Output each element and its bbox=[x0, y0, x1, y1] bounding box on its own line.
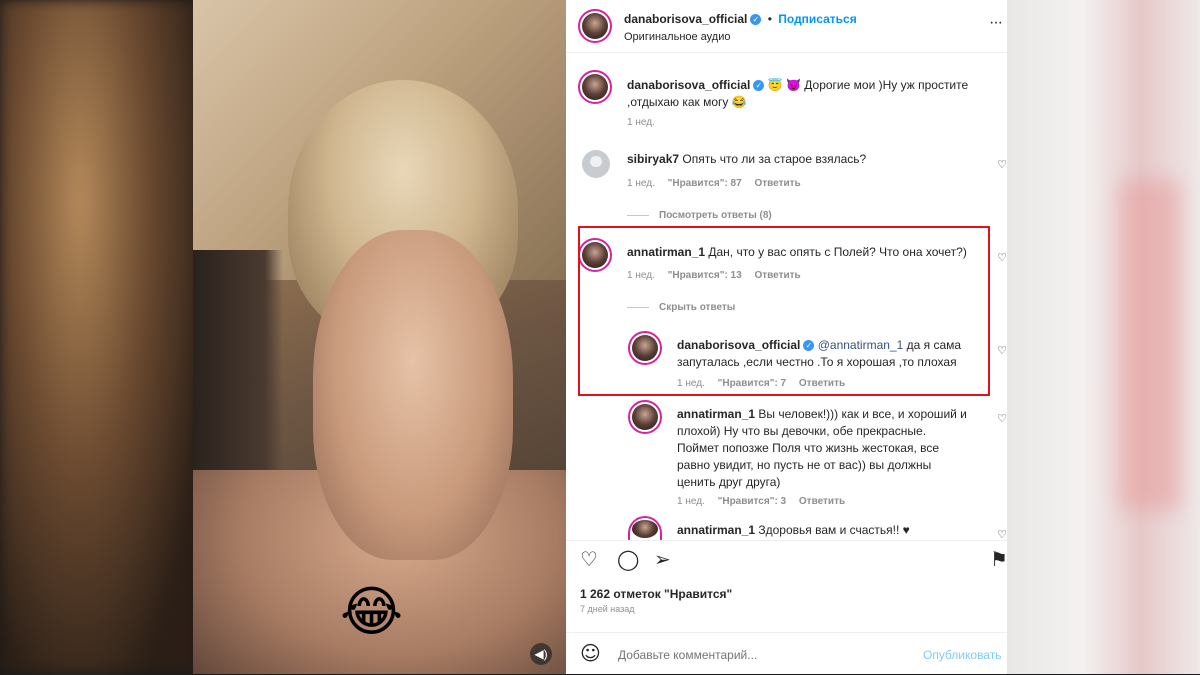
reply-username[interactable]: annatirman_1 bbox=[677, 523, 755, 537]
likes-count[interactable]: 1 262 отметок "Нравится" bbox=[580, 587, 732, 601]
caption-text-line1: 😇 😈 Дорогие мои )Ну уж простите bbox=[767, 78, 969, 92]
reply-text: Здоровья вам и счастья!! ♥ bbox=[758, 523, 910, 537]
reply-avatar[interactable] bbox=[628, 400, 662, 434]
posted-ago: 7 дней назад bbox=[580, 604, 635, 614]
publish-button[interactable]: Опубликовать bbox=[923, 648, 1007, 662]
author-avatar[interactable] bbox=[578, 9, 612, 43]
view-replies-button[interactable]: Посмотреть ответы (8) bbox=[627, 210, 782, 221]
reply-meta: 1 нед. "Нравится": 3 Ответить bbox=[677, 496, 855, 507]
comment-composer: ☺ Опубликовать bbox=[566, 632, 1007, 675]
comment-username[interactable]: sibiryak7 bbox=[627, 152, 679, 166]
like-heart-icon[interactable]: ♡ bbox=[997, 344, 1007, 357]
like-heart-icon[interactable]: ♡ bbox=[997, 158, 1007, 171]
caption-time: 1 нед. bbox=[627, 117, 655, 128]
laughing-sticker: 😂 bbox=[340, 580, 404, 643]
reply-text-line: ценить друг друга) bbox=[677, 475, 781, 489]
action-bar: ♡ ◯ ➢ ⚑ bbox=[566, 540, 1008, 577]
reel-video[interactable] bbox=[193, 0, 566, 674]
share-paper-plane-icon[interactable]: ➢ bbox=[654, 549, 671, 569]
highlight-frame bbox=[578, 226, 990, 396]
comment-text: Опять что ли за старое взялась? bbox=[682, 152, 867, 166]
verified-icon: ✓ bbox=[753, 80, 765, 91]
reply-text-line: Вы человек!))) как и все, и хороший и bbox=[758, 407, 967, 421]
like-heart-icon[interactable]: ♡ bbox=[997, 412, 1007, 425]
more-dots-icon[interactable]: ··· bbox=[989, 14, 1003, 32]
caption-avatar[interactable] bbox=[578, 70, 612, 104]
emoji-picker-icon[interactable]: ☺ bbox=[580, 642, 601, 664]
comment-time: 1 нед. bbox=[627, 178, 655, 189]
like-heart-icon[interactable]: ♡ bbox=[997, 251, 1007, 264]
author-username[interactable]: danaborisova_official bbox=[624, 12, 747, 26]
blurred-background-left bbox=[0, 0, 200, 674]
volume-icon[interactable]: ◀) bbox=[530, 643, 552, 665]
comment-likes[interactable]: "Нравится": 87 bbox=[668, 178, 742, 189]
reply-button[interactable]: Ответить bbox=[754, 178, 800, 189]
audio-label[interactable]: Оригинальное аудио bbox=[624, 31, 731, 43]
follow-button[interactable]: Подписаться bbox=[778, 12, 856, 26]
reply-username[interactable]: annatirman_1 bbox=[677, 407, 755, 421]
reply-likes[interactable]: "Нравится": 3 bbox=[718, 496, 787, 507]
post-header: danaborisova_official ✓ • Подписаться Ори… bbox=[566, 0, 1007, 53]
comment-bubble-icon[interactable]: ◯ bbox=[617, 549, 639, 569]
reply-avatar[interactable] bbox=[628, 516, 662, 540]
caption-username[interactable]: danaborisova_official bbox=[627, 78, 750, 92]
reply-button[interactable]: Ответить bbox=[799, 496, 845, 507]
caption-text-line2: ,отдыхаю как могу 😂 bbox=[627, 95, 747, 109]
reply-text-line: равно увидит, но пусть не от вас)) вы до… bbox=[677, 458, 932, 472]
reply-text-line: плохой) Ну что вы девочки, обе прекрасны… bbox=[677, 424, 927, 438]
save-bookmark-icon[interactable]: ⚑ bbox=[990, 549, 1008, 569]
comment-input[interactable] bbox=[616, 645, 920, 665]
verified-icon: ✓ bbox=[750, 14, 762, 25]
comment-meta: 1 нед. "Нравится": 87 Ответить bbox=[627, 178, 811, 189]
like-heart-icon[interactable]: ♡ bbox=[580, 549, 598, 569]
comment-avatar[interactable] bbox=[582, 150, 610, 178]
reply-time: 1 нед. bbox=[677, 496, 705, 507]
blurred-background-right bbox=[1005, 0, 1200, 674]
reply-text-line: Поймет попозже Поля что жизнь жестокая, … bbox=[677, 441, 940, 455]
